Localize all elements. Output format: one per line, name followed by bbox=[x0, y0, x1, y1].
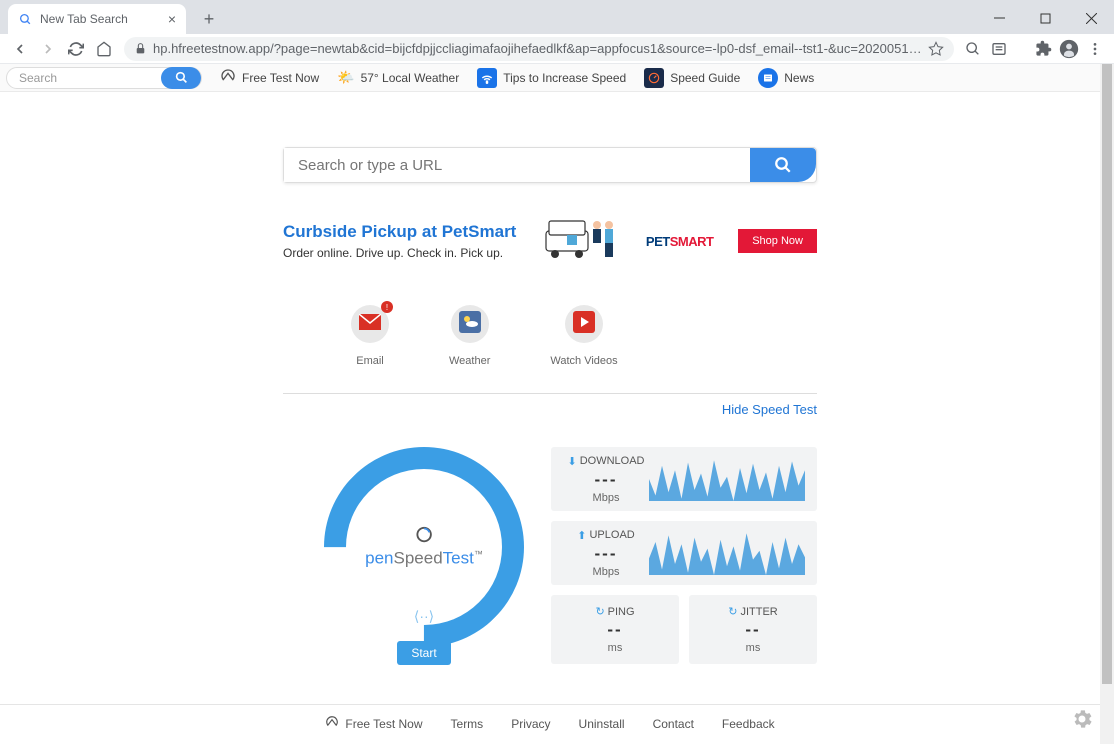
ping-metric: ↻PING -- ms bbox=[551, 595, 679, 664]
download-arrow-icon: ⬇ bbox=[568, 455, 577, 468]
search-icon bbox=[18, 12, 32, 26]
browser-tab[interactable]: New Tab Search × bbox=[8, 4, 186, 34]
minimize-button[interactable] bbox=[976, 2, 1022, 34]
wifi-icon bbox=[477, 68, 497, 88]
speed-gauge: penSpeedTest™ ⟨··⟩ bbox=[324, 447, 524, 647]
profile-button[interactable] bbox=[1056, 36, 1082, 62]
lock-icon bbox=[134, 42, 147, 55]
shortcuts-row: ! Email Weather Watch Videos bbox=[283, 305, 817, 367]
email-icon bbox=[359, 314, 381, 335]
footer-contact-link[interactable]: Contact bbox=[653, 717, 694, 731]
reader-icon[interactable] bbox=[986, 36, 1012, 62]
gauge-arrows-icon: ⟨··⟩ bbox=[414, 608, 434, 625]
ad-logo: PETSMART bbox=[646, 234, 714, 249]
shortcut-label: Watch Videos bbox=[550, 355, 617, 367]
shortcut-weather[interactable]: Weather bbox=[449, 305, 490, 367]
hide-speed-test-link[interactable]: Hide Speed Test bbox=[283, 402, 817, 417]
weather-icon: 🌤️ bbox=[337, 69, 354, 86]
start-test-button[interactable]: Start bbox=[397, 641, 450, 665]
maximize-button[interactable] bbox=[1022, 2, 1068, 34]
divider bbox=[283, 393, 817, 394]
home-button[interactable] bbox=[90, 35, 118, 63]
forward-button[interactable] bbox=[34, 35, 62, 63]
main-search-input[interactable] bbox=[284, 148, 750, 182]
toolbar-search[interactable]: Search bbox=[6, 67, 202, 89]
footer-terms-link[interactable]: Terms bbox=[451, 717, 484, 731]
toolbar-news-link[interactable]: News bbox=[758, 68, 814, 88]
toolbar-search-placeholder: Search bbox=[19, 71, 57, 85]
ad-title: Curbside Pickup at PetSmart bbox=[283, 222, 516, 242]
scrollbar-thumb[interactable] bbox=[1102, 64, 1112, 684]
gauge-icon bbox=[644, 68, 664, 88]
new-tab-button[interactable]: + bbox=[196, 6, 222, 32]
ad-subtitle: Order online. Drive up. Check in. Pick u… bbox=[283, 246, 516, 260]
shortcut-label: Weather bbox=[449, 355, 490, 367]
download-chart bbox=[649, 457, 805, 501]
footer-free-test-link[interactable]: Free Test Now bbox=[325, 715, 422, 732]
shortcut-email[interactable]: ! Email bbox=[351, 305, 389, 367]
speedometer-icon bbox=[325, 715, 339, 732]
menu-button[interactable] bbox=[1082, 36, 1108, 62]
tab-title: New Tab Search bbox=[40, 12, 128, 26]
extension-toolbar: Search Free Test Now 🌤️ 57° Local Weathe… bbox=[0, 64, 1114, 92]
back-button[interactable] bbox=[6, 35, 34, 63]
toolbar-tips-link[interactable]: Tips to Increase Speed bbox=[477, 68, 626, 88]
download-metric: ⬇DOWNLOAD --- Mbps bbox=[551, 447, 817, 511]
close-tab-icon[interactable]: × bbox=[168, 11, 176, 27]
extensions-button[interactable] bbox=[1030, 36, 1056, 62]
upload-arrow-icon: ⬆ bbox=[577, 529, 586, 542]
toolbar-search-button[interactable] bbox=[161, 67, 201, 89]
footer-privacy-link[interactable]: Privacy bbox=[511, 717, 550, 731]
gauge-brand: penSpeedTest™ bbox=[365, 526, 483, 569]
ping-icon: ↻ bbox=[595, 605, 604, 618]
upload-chart bbox=[649, 531, 805, 575]
url-field[interactable]: hp.hfreetestnow.app/?page=newtab&cid=bij… bbox=[124, 37, 954, 61]
close-window-button[interactable] bbox=[1068, 2, 1114, 34]
shortcut-videos[interactable]: Watch Videos bbox=[550, 305, 617, 367]
window-controls bbox=[976, 2, 1114, 34]
zoom-icon[interactable] bbox=[960, 36, 986, 62]
window-titlebar: New Tab Search × + bbox=[0, 0, 1114, 34]
star-icon[interactable] bbox=[928, 41, 944, 57]
jitter-metric: ↻JITTER -- ms bbox=[689, 595, 817, 664]
footer: Free Test Now Terms Privacy Uninstall Co… bbox=[0, 704, 1100, 742]
footer-feedback-link[interactable]: Feedback bbox=[722, 717, 775, 731]
notification-badge: ! bbox=[381, 301, 393, 313]
ad-illustration bbox=[541, 211, 621, 271]
shortcut-label: Email bbox=[356, 355, 384, 367]
toolbar-free-test-link[interactable]: Free Test Now bbox=[220, 68, 319, 87]
upload-metric: ⬆UPLOAD --- Mbps bbox=[551, 521, 817, 585]
speed-test-widget: penSpeedTest™ ⟨··⟩ Start ⬇DOWNLOAD --- M… bbox=[283, 447, 817, 665]
toolbar-guide-link[interactable]: Speed Guide bbox=[644, 68, 740, 88]
video-icon bbox=[573, 311, 595, 338]
url-text: hp.hfreetestnow.app/?page=newtab&cid=bij… bbox=[153, 41, 928, 56]
weather-icon bbox=[459, 311, 481, 338]
ad-banner[interactable]: Curbside Pickup at PetSmart Order online… bbox=[283, 205, 817, 277]
speedometer-icon bbox=[220, 68, 236, 87]
toolbar-weather-link[interactable]: 🌤️ 57° Local Weather bbox=[337, 69, 459, 86]
address-bar: hp.hfreetestnow.app/?page=newtab&cid=bij… bbox=[0, 34, 1114, 64]
reload-button[interactable] bbox=[62, 35, 90, 63]
jitter-icon: ↻ bbox=[728, 605, 737, 618]
page-content: Curbside Pickup at PetSmart Order online… bbox=[0, 92, 1100, 742]
ad-cta-button[interactable]: Shop Now bbox=[738, 229, 817, 253]
footer-uninstall-link[interactable]: Uninstall bbox=[579, 717, 625, 731]
main-search-box bbox=[283, 147, 817, 183]
settings-gear-icon[interactable] bbox=[1070, 707, 1094, 736]
main-search-button[interactable] bbox=[750, 148, 816, 182]
news-icon bbox=[758, 68, 778, 88]
